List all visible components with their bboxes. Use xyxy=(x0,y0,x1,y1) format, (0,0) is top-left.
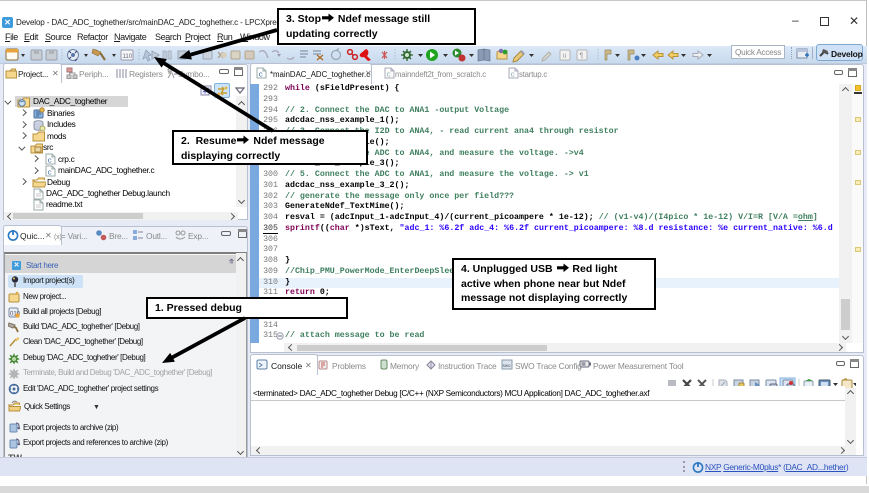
svg-text:swo: swo xyxy=(503,363,511,368)
svg-text:c: c xyxy=(387,72,392,80)
svg-text:c: c xyxy=(48,169,53,177)
svg-text:c: c xyxy=(259,72,264,80)
svg-text:u: u xyxy=(563,53,567,60)
svg-text:110: 110 xyxy=(123,54,133,60)
svg-text:c: c xyxy=(511,72,516,80)
svg-text:¶: ¶ xyxy=(580,53,584,60)
